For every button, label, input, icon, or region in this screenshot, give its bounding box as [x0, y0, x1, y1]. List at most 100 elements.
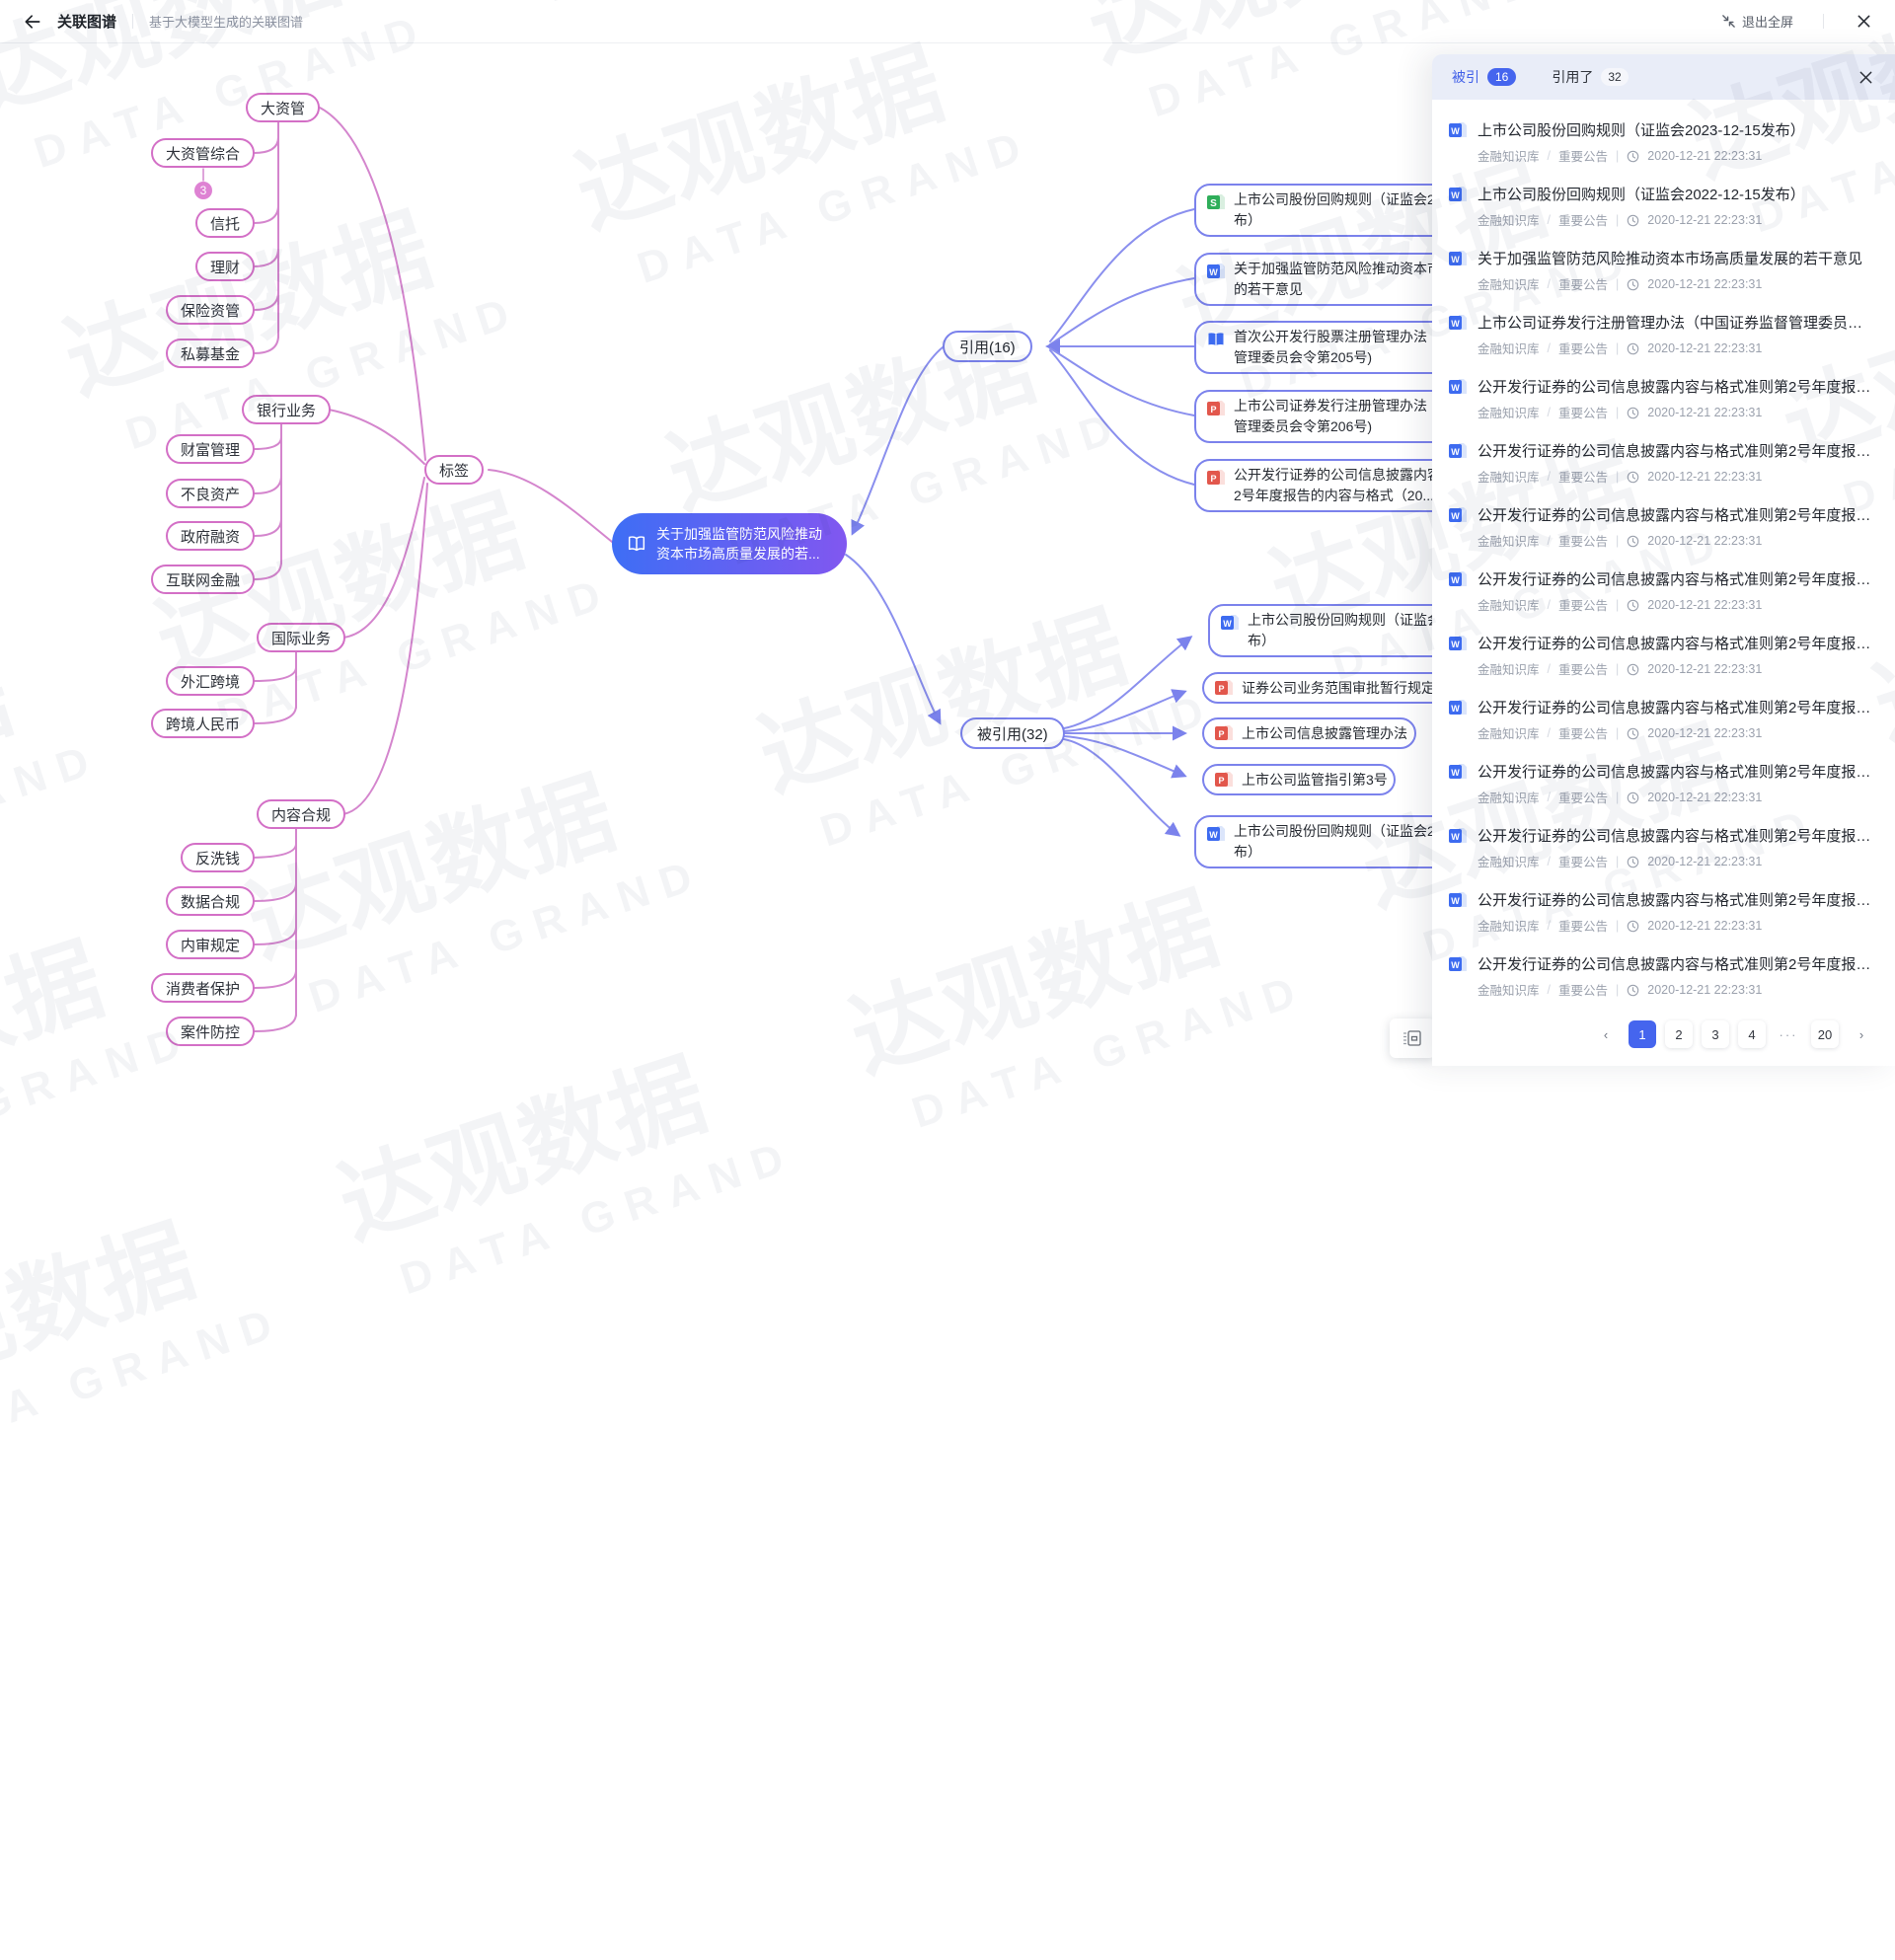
word-icon: W [1448, 441, 1468, 461]
exit-fullscreen-button[interactable]: 退出全屏 [1721, 12, 1793, 31]
svg-text:W: W [1451, 640, 1460, 649]
document-list-item[interactable]: W 公开发行证券的公司信息披露内容与格式准则第2号年度报告的内... 金融知识库… [1448, 559, 1875, 623]
tag-node-child[interactable]: 财富管理 [166, 434, 255, 464]
svg-text:W: W [1451, 832, 1460, 842]
tag-node-child[interactable]: 外汇跨境 [166, 666, 255, 696]
tag-node-dazi-guan[interactable]: 大资管 [246, 93, 320, 122]
document-list-item[interactable]: W 公开发行证券的公司信息披露内容与格式准则第2号年度报告的内... 金融知识库… [1448, 943, 1875, 1008]
clock-icon [1627, 599, 1639, 612]
book-icon [1206, 330, 1226, 349]
minimap-toggle-button[interactable] [1390, 1018, 1435, 1058]
document-tag: 重要公告 [1558, 339, 1608, 357]
document-list-item[interactable]: W 公开发行证券的公司信息披露内容与格式准则第2号年度报告的内... 金融知识库… [1448, 430, 1875, 494]
knowledge-base-label: 金融知识库 [1478, 595, 1540, 614]
document-title: 公开发行证券的公司信息披露内容与格式准则第2号年度报告的内... [1478, 504, 1875, 525]
clock-icon [1627, 663, 1639, 676]
tag-node-content-compliance[interactable]: 内容合规 [257, 799, 345, 829]
knowledge-base-label: 金融知识库 [1478, 531, 1540, 550]
tag-node-child[interactable]: 跨境人民币 [151, 709, 255, 738]
tag-node-child[interactable]: 信托 [195, 208, 255, 238]
page-subtitle: 基于大模型生成的关联图谱 [149, 12, 303, 31]
document-list-item[interactable]: W 上市公司证券发行注册管理办法（中国证券监督管理委员会令第2... 金融知识库… [1448, 302, 1875, 366]
document-title: 公开发行证券的公司信息披露内容与格式准则第2号年度报告的内... [1478, 825, 1875, 846]
tag-node-child[interactable]: 政府融资 [166, 521, 255, 551]
page-button-3[interactable]: 3 [1702, 1020, 1729, 1048]
tag-node-intl-business[interactable]: 国际业务 [257, 623, 345, 652]
prev-page-button[interactable]: ‹ [1592, 1020, 1620, 1048]
doc-card[interactable]: 首次公开发行股票注册管理办法（中国证券监督管理委员会令第205号) [1194, 321, 1451, 374]
clock-icon [1627, 214, 1639, 227]
tag-node-child[interactable]: 内审规定 [166, 930, 255, 959]
doc-card[interactable]: P 上市公司信息披露管理办法 [1202, 717, 1416, 749]
tab-cites[interactable]: 引用了 32 [1552, 67, 1628, 87]
doc-card[interactable]: W 关于加强监管防范风险推动资本市场高质量发展的若干意见 [1194, 253, 1451, 306]
doc-card[interactable]: P 上市公司监管指引第3号 [1202, 764, 1396, 795]
tag-node-child[interactable]: 反洗钱 [181, 843, 255, 872]
center-document-node[interactable]: 关于加强监管防范风险推动 资本市场高质量发展的若... [612, 513, 847, 574]
page-button-1[interactable]: 1 [1629, 1020, 1656, 1048]
document-tag: 重要公告 [1558, 980, 1608, 999]
knowledge-base-label: 金融知识库 [1478, 274, 1540, 293]
tag-node-child[interactable]: 理财 [195, 252, 255, 281]
document-list-item[interactable]: W 公开发行证券的公司信息披露内容与格式准则第2号年度报告的内... 金融知识库… [1448, 879, 1875, 943]
cite-branch-node[interactable]: 引用(16) [943, 331, 1032, 362]
document-list-item[interactable]: W 公开发行证券的公司信息披露内容与格式准则第2号年度报告的内... 金融知识库… [1448, 751, 1875, 815]
panel-close-icon[interactable] [1856, 67, 1875, 87]
next-page-button[interactable]: › [1848, 1020, 1875, 1048]
divider [1823, 14, 1824, 29]
document-list-item[interactable]: W 公开发行证券的公司信息披露内容与格式准则第2号年度报告的内... 金融知识库… [1448, 494, 1875, 559]
document-list-item[interactable]: W 关于加强监管防范风险推动资本市场高质量发展的若干意见 金融知识库 / 重要公… [1448, 238, 1875, 302]
tag-node-child[interactable]: 消费者保护 [151, 973, 255, 1003]
page-button-4[interactable]: 4 [1738, 1020, 1766, 1048]
doc-card[interactable]: P 证券公司业务范围审批暂行规定 [1202, 672, 1451, 704]
document-title: 公开发行证券的公司信息披露内容与格式准则第2号年度报告的内... [1478, 633, 1875, 653]
document-list-item[interactable]: W 上市公司股份回购规则（证监会2022-12-15发布） 金融知识库 / 重要… [1448, 174, 1875, 238]
collapsed-count-badge[interactable]: 3 [194, 182, 212, 199]
document-title: 公开发行证券的公司信息披露内容与格式准则第2号年度报告的内... [1478, 440, 1875, 461]
tag-node-child[interactable]: 案件防控 [166, 1017, 255, 1046]
top-bar: 关联图谱 基于大模型生成的关联图谱 退出全屏 [0, 0, 1895, 43]
tab-cited-by[interactable]: 被引 16 [1452, 67, 1516, 87]
word-icon: W [1448, 762, 1468, 782]
close-icon[interactable] [1854, 12, 1873, 32]
document-timestamp: 2020-12-21 22:23:31 [1647, 149, 1762, 163]
back-icon[interactable] [22, 11, 43, 33]
document-timestamp: 2020-12-21 22:23:31 [1647, 277, 1762, 291]
doc-card[interactable]: P 公开发行证券的公司信息披露内容与格式准则第2号年度报告的内容与格式（20..… [1194, 459, 1451, 512]
divider [132, 14, 133, 29]
document-list-item[interactable]: W 上市公司股份回购规则（证监会2023-12-15发布） 金融知识库 / 重要… [1448, 110, 1875, 174]
document-timestamp: 2020-12-21 22:23:31 [1647, 534, 1762, 548]
doc-card[interactable]: P 上市公司证券发行注册管理办法（中国证券监督管理委员会令第206号) [1194, 390, 1451, 443]
tag-node-child[interactable]: 数据合规 [166, 886, 255, 916]
tag-node-child[interactable]: 保险资管 [166, 295, 255, 325]
document-list-item[interactable]: W 公开发行证券的公司信息披露内容与格式准则第2号年度报告的内... 金融知识库… [1448, 815, 1875, 879]
clock-icon [1627, 984, 1639, 997]
citation-panel: 被引 16 引用了 32 W 上市公司股份回购规则（证监会2023-12-15发… [1432, 54, 1895, 1066]
cited-by-count-badge: 16 [1487, 68, 1516, 86]
tag-node-child[interactable]: 大资管综合 [151, 138, 255, 168]
tag-node-child[interactable]: 私募基金 [166, 339, 255, 368]
svg-text:W: W [1451, 319, 1460, 329]
svg-text:W: W [1451, 447, 1460, 457]
ppt-icon: P [1206, 399, 1226, 418]
tag-node-bank-business[interactable]: 银行业务 [242, 395, 331, 424]
tag-node-child[interactable]: 互联网金融 [151, 565, 255, 594]
doc-card[interactable]: S 上市公司股份回购规则（证监会2023-12-15发布） [1194, 184, 1451, 237]
document-tag: 重要公告 [1558, 403, 1608, 421]
page-button-20[interactable]: 20 [1811, 1020, 1839, 1048]
document-list-item[interactable]: W 公开发行证券的公司信息披露内容与格式准则第2号年度报告的内... 金融知识库… [1448, 366, 1875, 430]
document-list-item[interactable]: W 公开发行证券的公司信息披露内容与格式准则第2号年度报告的内... 金融知识库… [1448, 623, 1875, 687]
clock-icon [1627, 535, 1639, 548]
clock-icon [1627, 792, 1639, 804]
cited-branch-node[interactable]: 被引用(32) [960, 717, 1065, 749]
tag-node-child[interactable]: 不良资产 [166, 479, 255, 508]
tag-hub-node[interactable]: 标签 [424, 455, 484, 485]
document-list-item[interactable]: W 公开发行证券的公司信息披露内容与格式准则第2号年度报告的内... 金融知识库… [1448, 687, 1875, 751]
word-icon: W [1448, 954, 1468, 974]
page-button-2[interactable]: 2 [1665, 1020, 1693, 1048]
knowledge-base-label: 金融知识库 [1478, 980, 1540, 999]
doc-card[interactable]: W 上市公司股份回购规则（证监会2023-12-15发布） [1208, 604, 1451, 657]
svg-text:W: W [1451, 575, 1460, 585]
document-timestamp: 2020-12-21 22:23:31 [1647, 791, 1762, 804]
doc-card[interactable]: W 上市公司股份回购规则（证监会2022-12-15发布） [1194, 815, 1451, 868]
